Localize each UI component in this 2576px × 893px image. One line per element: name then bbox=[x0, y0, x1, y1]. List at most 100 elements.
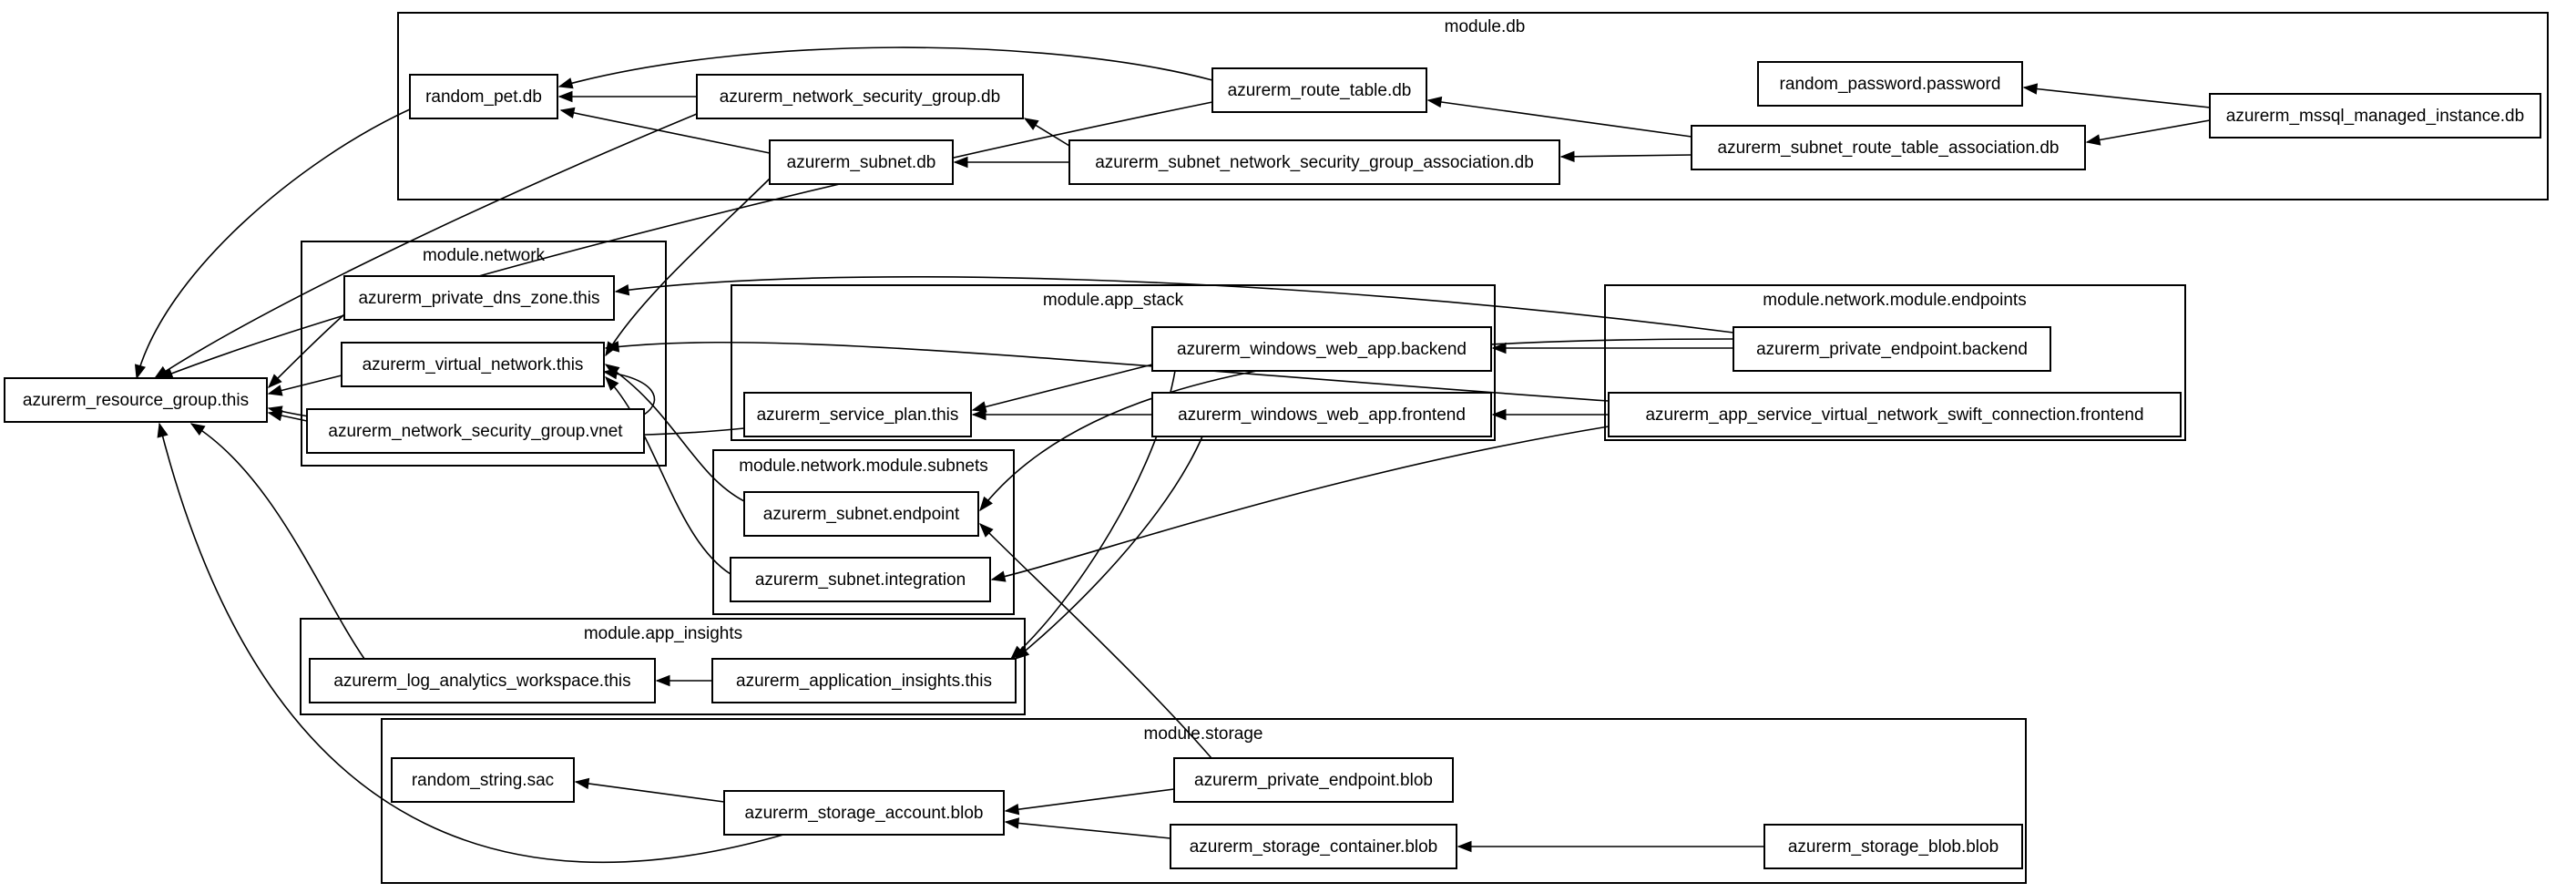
node-label: azurerm_private_endpoint.blob bbox=[1194, 771, 1433, 790]
edge-n_srta-to-n_rt bbox=[1426, 96, 1692, 138]
node-label: azurerm_log_analytics_workspace.this bbox=[333, 672, 630, 691]
edge-arrowhead bbox=[1004, 817, 1020, 829]
node-label: azurerm_windows_web_app.backend bbox=[1177, 340, 1467, 359]
node-label: azurerm_virtual_network.this bbox=[363, 355, 584, 375]
edge-n_mssql-to-n_pwd bbox=[2022, 83, 2211, 108]
node-azurerm-resource-group-this[interactable]: azurerm_resource_group.this bbox=[4, 377, 268, 423]
node-label: azurerm_storage_container.blob bbox=[1190, 837, 1438, 857]
edge-n_subdb-to-n_vnet bbox=[605, 178, 771, 357]
edge-line bbox=[1560, 154, 1692, 158]
edge-arrowhead bbox=[990, 570, 1007, 582]
node-azurerm-virtual-network-this[interactable]: azurerm_virtual_network.this bbox=[341, 342, 605, 387]
edge-arrowhead bbox=[559, 107, 576, 119]
edge-n_peblob-to-n_sa bbox=[1004, 788, 1175, 816]
edge-line bbox=[1427, 99, 1692, 138]
edge-n_swift-to-n_wfrontend bbox=[1491, 408, 1609, 421]
edge-line bbox=[1005, 788, 1175, 812]
cluster-label: module.network.module.subnets bbox=[739, 457, 988, 476]
node-azurerm-route-table-db[interactable]: azurerm_route_table.db bbox=[1211, 67, 1427, 113]
edge-line bbox=[190, 423, 365, 660]
node-label: azurerm_private_endpoint.backend bbox=[1756, 340, 2028, 359]
node-azurerm-windows-web-app-frontend[interactable]: azurerm_windows_web_app.frontend bbox=[1151, 392, 1492, 437]
edge-n_mssql-to-n_srta bbox=[2085, 119, 2211, 146]
edge-n_sb-to-n_sc bbox=[1457, 840, 1764, 853]
node-azurerm-windows-web-app-backend[interactable]: azurerm_windows_web_app.backend bbox=[1151, 326, 1492, 372]
node-label: azurerm_windows_web_app.frontend bbox=[1178, 405, 1466, 425]
cluster-label: module.app_stack bbox=[1043, 291, 1184, 310]
node-azurerm-application-insights-this[interactable]: azurerm_application_insights.this bbox=[711, 658, 1017, 703]
node-azurerm-private-endpoint-blob[interactable]: azurerm_private_endpoint.blob bbox=[1173, 757, 1454, 803]
node-azurerm-subnet-db[interactable]: azurerm_subnet.db bbox=[769, 139, 954, 185]
edge-n_pebackend-to-n_wbackend bbox=[1491, 342, 1733, 354]
node-azurerm-storage-account-blob[interactable]: azurerm_storage_account.blob bbox=[723, 790, 1005, 836]
edge-arrowhead bbox=[953, 156, 968, 169]
edge-n_swift-to-n_subint bbox=[990, 426, 1610, 582]
node-label: azurerm_subnet.integration bbox=[755, 570, 966, 590]
edge-arrowhead bbox=[157, 422, 169, 438]
node-label: azurerm_route_table.db bbox=[1228, 81, 1412, 100]
edge-n_sc-to-n_sa bbox=[1004, 817, 1171, 839]
edge-line bbox=[158, 101, 1213, 379]
node-azurerm-private-endpoint-backend[interactable]: azurerm_private_endpoint.backend bbox=[1733, 326, 2051, 372]
edge-arrowhead bbox=[557, 90, 573, 103]
edge-arrowhead bbox=[655, 674, 670, 687]
node-label: azurerm_storage_account.blob bbox=[745, 804, 984, 823]
edge-n_dns-to-n_rg bbox=[268, 313, 345, 388]
edge-arrowhead bbox=[1457, 840, 1472, 853]
node-label: azurerm_network_security_group.db bbox=[720, 87, 1000, 107]
edge-line bbox=[991, 426, 1610, 580]
edge-arrowhead bbox=[2085, 134, 2101, 146]
node-azurerm-network-security-group-db[interactable]: azurerm_network_security_group.db bbox=[696, 74, 1024, 119]
edge-arrowhead bbox=[1559, 150, 1575, 163]
edge-arrowhead bbox=[189, 423, 206, 436]
edge-arrowhead bbox=[134, 364, 146, 380]
node-azurerm-service-plan-this[interactable]: azurerm_service_plan.this bbox=[743, 392, 972, 437]
node-label: azurerm_subnet_network_security_group_as… bbox=[1095, 153, 1534, 172]
node-label: azurerm_app_service_virtual_network_swif… bbox=[1645, 405, 2143, 425]
edge-line bbox=[2023, 87, 2211, 108]
cluster-label: module.storage bbox=[1144, 724, 1263, 744]
node-azurerm-storage-blob-blob[interactable]: azurerm_storage_blob.blob bbox=[1763, 824, 2023, 869]
node-azurerm-subnet-network-security-group-association-db[interactable]: azurerm_subnet_network_security_group_as… bbox=[1068, 139, 1560, 185]
node-label: azurerm_storage_blob.blob bbox=[1788, 837, 1998, 857]
edge-arrowhead bbox=[267, 385, 283, 396]
edge-arrowhead bbox=[1004, 803, 1020, 816]
node-azurerm-subnet-endpoint[interactable]: azurerm_subnet.endpoint bbox=[743, 491, 979, 537]
edge-arrowhead bbox=[2022, 83, 2039, 95]
edge-arrowhead bbox=[614, 283, 630, 296]
node-azurerm-subnet-route-table-association-db[interactable]: azurerm_subnet_route_table_association.d… bbox=[1691, 125, 2086, 170]
node-azurerm-mssql-managed-instance-db[interactable]: azurerm_mssql_managed_instance.db bbox=[2209, 93, 2541, 139]
edge-n_nsgdb-to-n_pet bbox=[557, 90, 697, 103]
node-random-password-password[interactable]: random_password.password bbox=[1757, 61, 2023, 107]
edge-arrowhead bbox=[1426, 96, 1443, 108]
cluster-label: module.db bbox=[1445, 17, 1526, 36]
node-azurerm-app-service-virtual-network-swift-connection-frontend[interactable]: azurerm_app_service_virtual_network_swif… bbox=[1608, 392, 2182, 437]
edge-n_rt-to-n_rg bbox=[158, 101, 1213, 379]
node-label: random_pet.db bbox=[425, 87, 542, 107]
node-label: azurerm_network_security_group.vnet bbox=[328, 422, 623, 441]
edge-line bbox=[605, 178, 771, 356]
edge-n_wfrontend-to-n_svcplan bbox=[971, 408, 1152, 421]
edge-arrowhead bbox=[1023, 118, 1039, 130]
node-random-string-sac[interactable]: random_string.sac bbox=[391, 757, 575, 803]
node-azurerm-subnet-integration[interactable]: azurerm_subnet.integration bbox=[730, 557, 991, 602]
node-label: random_password.password bbox=[1780, 75, 2001, 94]
edge-arrowhead bbox=[605, 375, 619, 391]
node-random-pet-db[interactable]: random_pet.db bbox=[409, 74, 558, 119]
edge-n_vnet-to-n_rg bbox=[267, 375, 342, 396]
node-label: random_string.sac bbox=[412, 771, 554, 790]
edge-n_sa-to-n_rsac bbox=[574, 777, 725, 803]
cluster-label: module.network.module.endpoints bbox=[1763, 291, 2026, 310]
node-azurerm-private-dns-zone-this[interactable]: azurerm_private_dns_zone.this bbox=[343, 275, 615, 321]
node-azurerm-log-analytics-workspace-this[interactable]: azurerm_log_analytics_workspace.this bbox=[309, 658, 656, 703]
node-label: azurerm_resource_group.this bbox=[23, 391, 249, 410]
node-label: azurerm_private_dns_zone.this bbox=[358, 289, 599, 308]
node-azurerm-storage-container-blob[interactable]: azurerm_storage_container.blob bbox=[1170, 824, 1457, 869]
node-azurerm-network-security-group-vnet[interactable]: azurerm_network_security_group.vnet bbox=[306, 408, 645, 454]
terraform-dependency-graph: module.db module.network module.app_stack m… bbox=[0, 0, 2576, 893]
edge-line bbox=[268, 313, 345, 388]
edge-line bbox=[575, 781, 725, 803]
edge-line bbox=[979, 523, 1212, 759]
edge-line bbox=[972, 364, 1153, 411]
node-label: azurerm_service_plan.this bbox=[757, 405, 959, 425]
